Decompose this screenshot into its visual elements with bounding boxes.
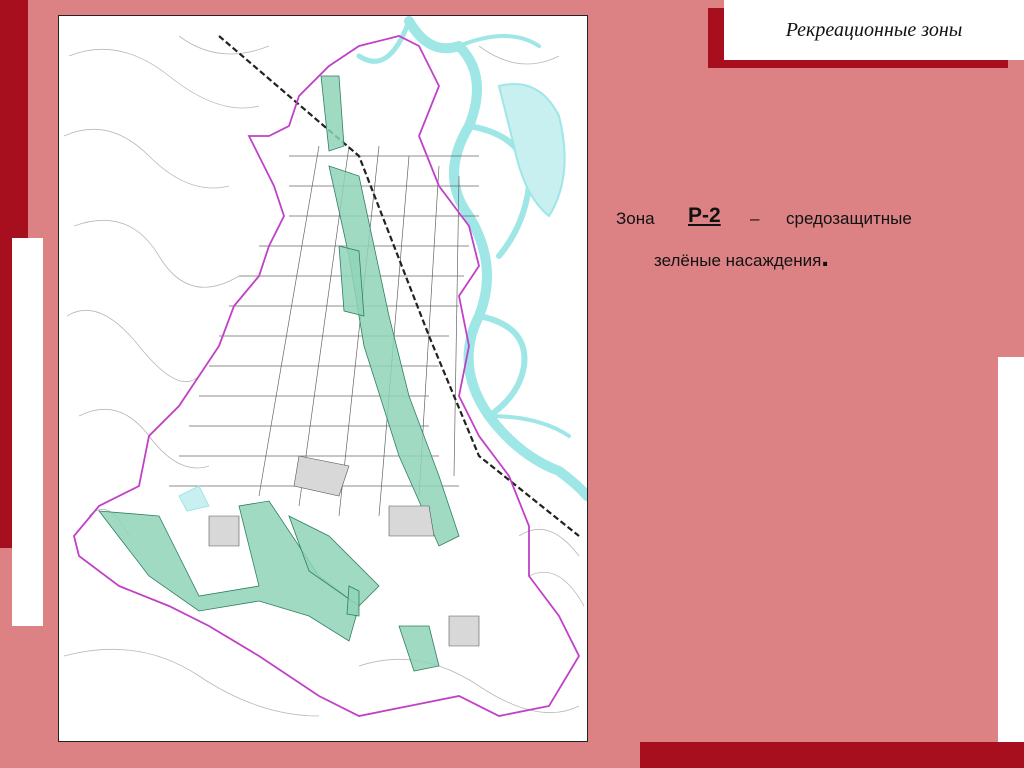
green-zones [98,75,460,672]
caption-line1: средозащитные [786,209,912,228]
pond [178,485,210,512]
city-map [58,15,588,742]
map-drawing [63,16,587,717]
caption-line2-text: зелёные насаждения [654,251,822,270]
right-white-bar [998,357,1024,768]
bottom-accent-bar [640,742,1024,768]
title-shadow-left [708,8,724,68]
caption-zone-word: Зона [616,209,655,228]
title-box: Рекреационные зоны [724,0,1024,60]
caption-dash: – [750,209,760,228]
left-white-bar [12,238,43,626]
caption-zone-code: Р-2 [688,204,721,227]
caption-end-mark: . [821,241,830,272]
caption-line2: зелёные насаждения. [654,243,829,271]
lake [497,83,566,218]
title-shadow-bottom [708,60,1008,68]
slide-title: Рекреационные зоны [785,18,963,41]
